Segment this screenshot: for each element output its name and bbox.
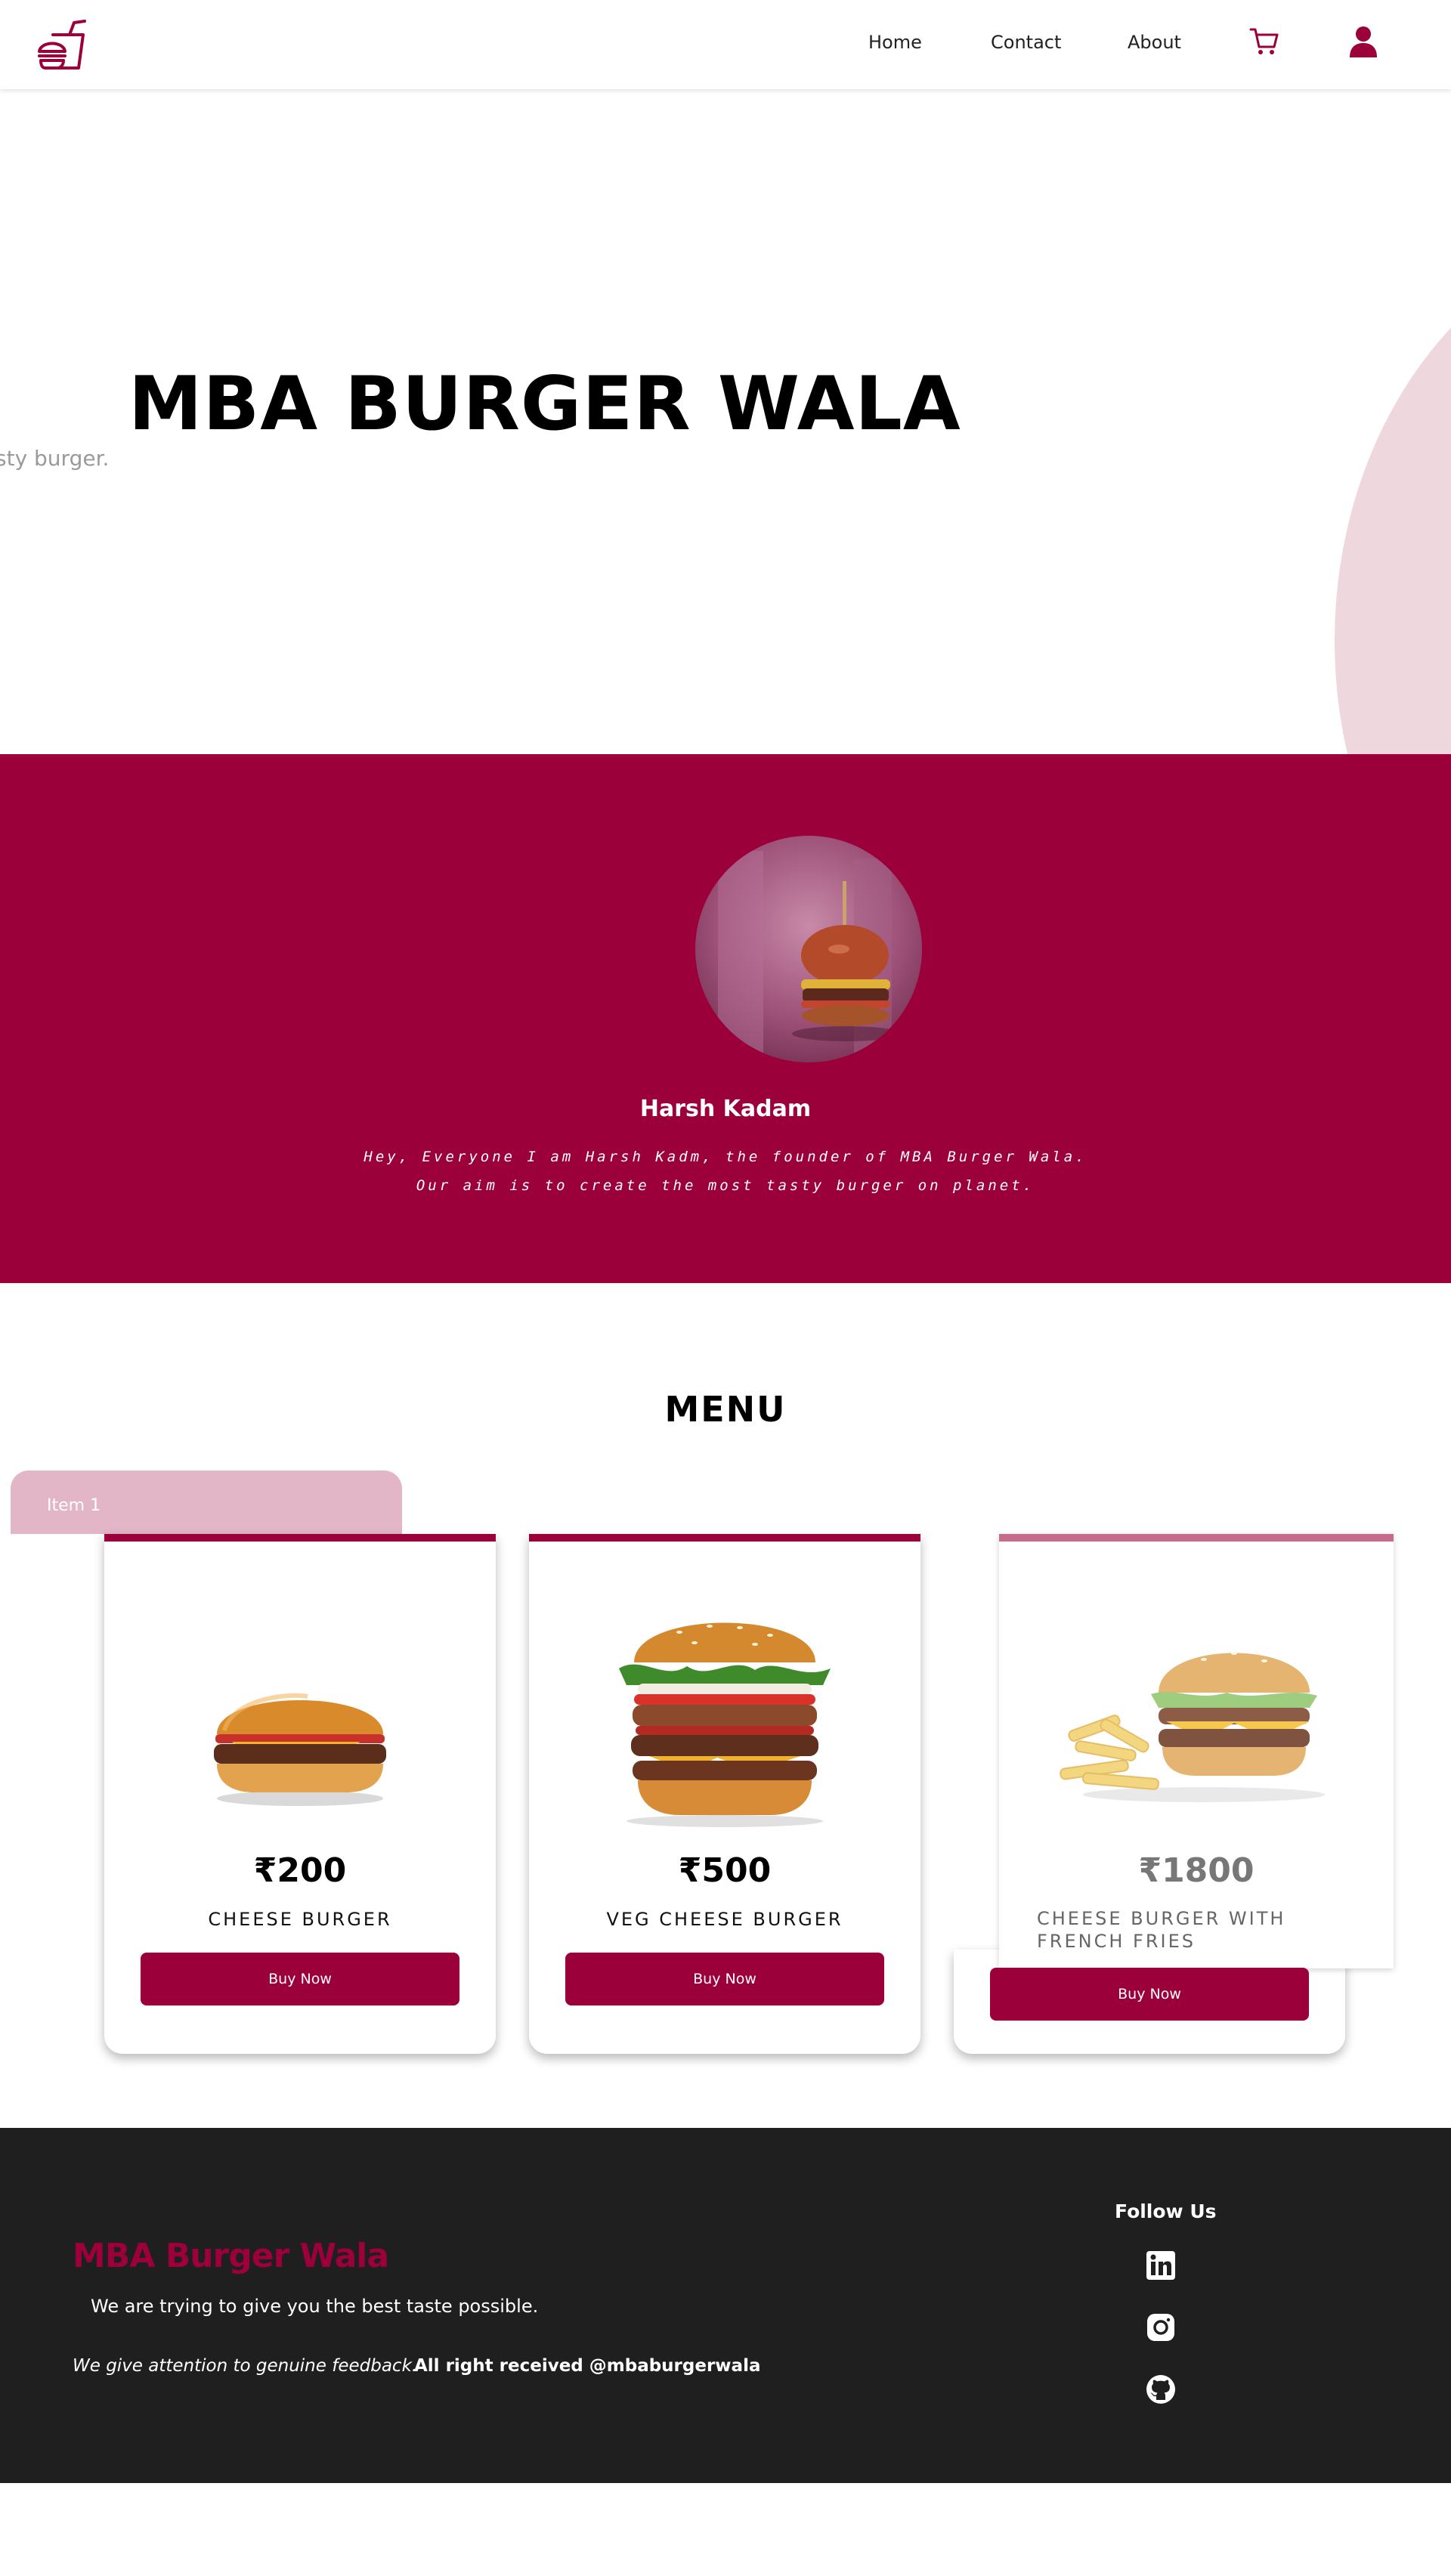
user-icon[interactable]: [1348, 26, 1378, 57]
hero-section: sty burger. MBA BURGER WALA: [0, 89, 1451, 754]
hero-subtitle: sty burger.: [0, 446, 110, 471]
burger-logo-icon[interactable]: [35, 18, 89, 73]
item-tab-label: Item 1: [47, 1496, 101, 1515]
footer: MBA Burger Wala We are trying to give yo…: [0, 2128, 1451, 2483]
menu-card: ₹500 VEG CHEESE BURGER Buy Now: [529, 1534, 920, 2054]
card-name: CHEESE BURGER: [208, 1909, 392, 1930]
founder-section: Harsh Kadam Hey, Everyone I am Harsh Kad…: [0, 754, 1451, 1283]
card-price: ₹1800: [1138, 1851, 1255, 1890]
cart-icon[interactable]: [1248, 26, 1280, 57]
burger-with-fries-image: [1060, 1652, 1325, 1802]
card-price: ₹200: [253, 1851, 347, 1890]
founder-bio-line: Hey, Everyone I am Harsh Kadm, the found…: [364, 1149, 1087, 1165]
hero-decorative-circle: [1335, 225, 1451, 754]
hero-title: MBA BURGER WALA: [128, 361, 961, 447]
buy-now-button[interactable]: Buy Now: [141, 1953, 459, 2005]
github-icon[interactable]: [1146, 2374, 1176, 2404]
item-tab[interactable]: Item 1: [11, 1470, 402, 1534]
card-price: ₹500: [678, 1851, 772, 1890]
follow-us-title: Follow Us: [1115, 2200, 1217, 2222]
nav-link-home[interactable]: Home: [868, 32, 922, 53]
menu-card: ₹1800 CHEESE BURGER WITH FRENCH FRIES: [999, 1534, 1394, 1968]
footer-rights: All right received @mbaburgerwala: [414, 2356, 761, 2376]
card-name: CHEESE BURGER WITH FRENCH FRIES: [1037, 1908, 1286, 1952]
veg-cheese-burger-image: [619, 1622, 831, 1827]
navbar: Home Contact About: [0, 0, 1451, 89]
card-name: VEG CHEESE BURGER: [606, 1909, 843, 1930]
nav-link-contact[interactable]: Contact: [991, 32, 1061, 53]
founder-bio-line: Our aim is to create the most tasty burg…: [416, 1177, 1035, 1194]
instagram-icon[interactable]: [1146, 2312, 1176, 2343]
footer-brand: MBA Burger Wala: [73, 2237, 389, 2275]
menu-title: MENU: [664, 1389, 787, 1430]
footer-feedback: We give attention to genuine feedback.: [73, 2356, 418, 2376]
cheese-burger-image: [214, 1693, 386, 1806]
founder-bio: Hey, Everyone I am Harsh Kadm, the found…: [0, 1143, 1451, 1200]
founder-photo: [695, 836, 922, 1062]
founder-name: Harsh Kadam: [639, 1096, 812, 1122]
menu-card: ₹200 CHEESE BURGER Buy Now: [104, 1534, 496, 2054]
linkedin-icon[interactable]: [1146, 2250, 1176, 2281]
buy-now-button[interactable]: Buy Now: [565, 1953, 884, 2005]
buy-now-button[interactable]: Buy Now: [990, 1968, 1309, 2021]
nav-link-about[interactable]: About: [1128, 32, 1181, 53]
footer-tagline: We are trying to give you the best taste…: [91, 2296, 539, 2317]
